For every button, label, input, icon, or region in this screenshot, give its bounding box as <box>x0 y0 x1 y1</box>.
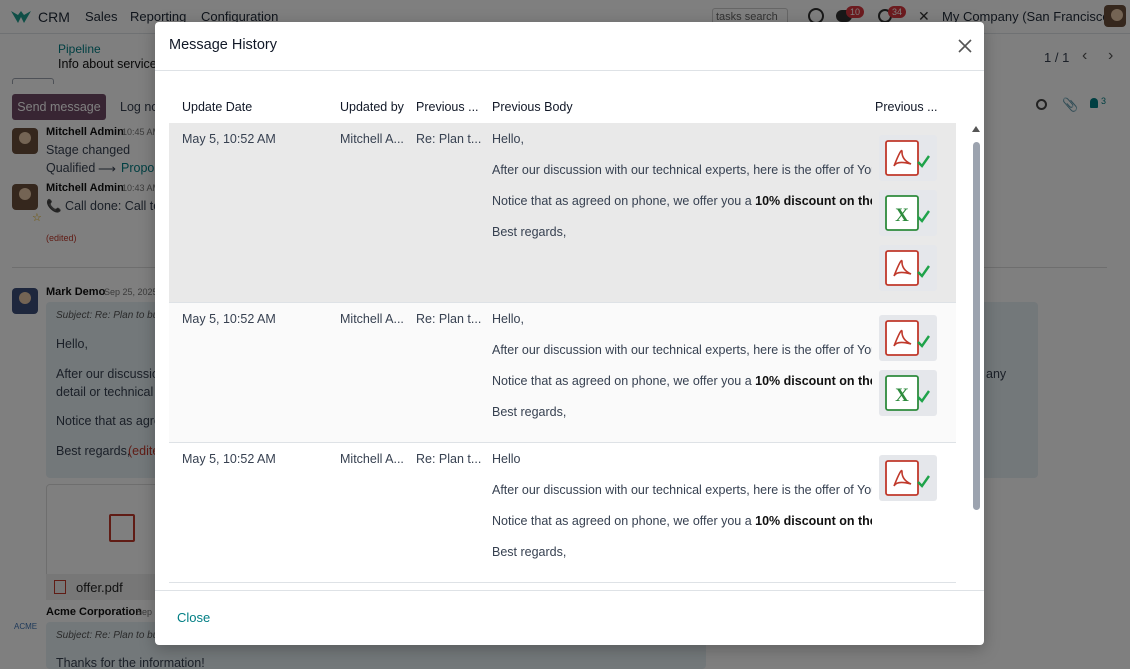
modal-header: Message History <box>155 22 984 71</box>
column-header-update-date[interactable]: Update Date <box>182 100 252 114</box>
updated-by: Mitchell A... <box>340 312 404 326</box>
body-line: Notice that as agreed on phone, we offer… <box>492 374 872 388</box>
update-date: May 5, 10:52 AM <box>182 452 276 466</box>
svg-text:X: X <box>895 205 909 226</box>
history-row[interactable]: May 5, 10:52 AM Mitchell A... Re: Plan t..… <box>169 123 956 303</box>
body-greeting: Hello, <box>492 312 524 326</box>
pdf-attachment-icon[interactable] <box>879 245 937 291</box>
body-closing: Best regards, <box>492 405 567 419</box>
history-row[interactable]: May 5, 10:52 AM Mitchell A... Re: Plan t..… <box>169 303 956 443</box>
history-row[interactable]: May 5, 10:52 AM Mitchell A... Re: Plan t..… <box>169 443 956 583</box>
close-icon[interactable] <box>955 36 975 56</box>
column-header-previous-subject[interactable]: Previous ... <box>416 100 479 114</box>
body-line: After our discussion with our technical … <box>492 163 872 177</box>
message-history-dialog: Message History Update Date Updated by P… <box>155 22 984 645</box>
body-closing: Best regards, <box>492 545 567 559</box>
update-date: May 5, 10:52 AM <box>182 312 276 326</box>
previous-subject: Re: Plan t... <box>416 312 482 326</box>
svg-text:X: X <box>895 385 909 406</box>
scrollbar-thumb[interactable] <box>973 142 980 510</box>
column-header-updated-by[interactable]: Updated by <box>340 100 404 114</box>
updated-by: Mitchell A... <box>340 452 404 466</box>
pdf-attachment-icon[interactable] <box>879 315 937 361</box>
body-line: After our discussion with our technical … <box>492 343 872 357</box>
body-greeting: Hello, <box>492 132 524 146</box>
previous-subject: Re: Plan t... <box>416 452 482 466</box>
modal-footer: Close <box>155 590 984 645</box>
column-header-previous-attachments[interactable]: Previous ... <box>875 100 938 114</box>
body-line: After our discussion with our technical … <box>492 483 872 497</box>
scrollbar[interactable] <box>971 126 981 590</box>
body-greeting: Hello <box>492 452 521 466</box>
xls-attachment-icon[interactable]: X <box>879 190 937 236</box>
previous-subject: Re: Plan t... <box>416 132 482 146</box>
column-header-previous-body[interactable]: Previous Body <box>492 100 573 114</box>
body-line: Notice that as agreed on phone, we offer… <box>492 194 872 208</box>
body-line: Notice that as agreed on phone, we offer… <box>492 514 872 528</box>
xls-attachment-icon[interactable]: X <box>879 370 937 416</box>
pdf-attachment-icon[interactable] <box>879 455 937 501</box>
updated-by: Mitchell A... <box>340 132 404 146</box>
body-closing: Best regards, <box>492 225 567 239</box>
modal-body: Update Date Updated by Previous ... Prev… <box>155 72 984 590</box>
pdf-attachment-icon[interactable] <box>879 135 937 181</box>
close-button[interactable]: Close <box>177 610 210 625</box>
update-date: May 5, 10:52 AM <box>182 132 276 146</box>
modal-title: Message History <box>169 37 277 53</box>
